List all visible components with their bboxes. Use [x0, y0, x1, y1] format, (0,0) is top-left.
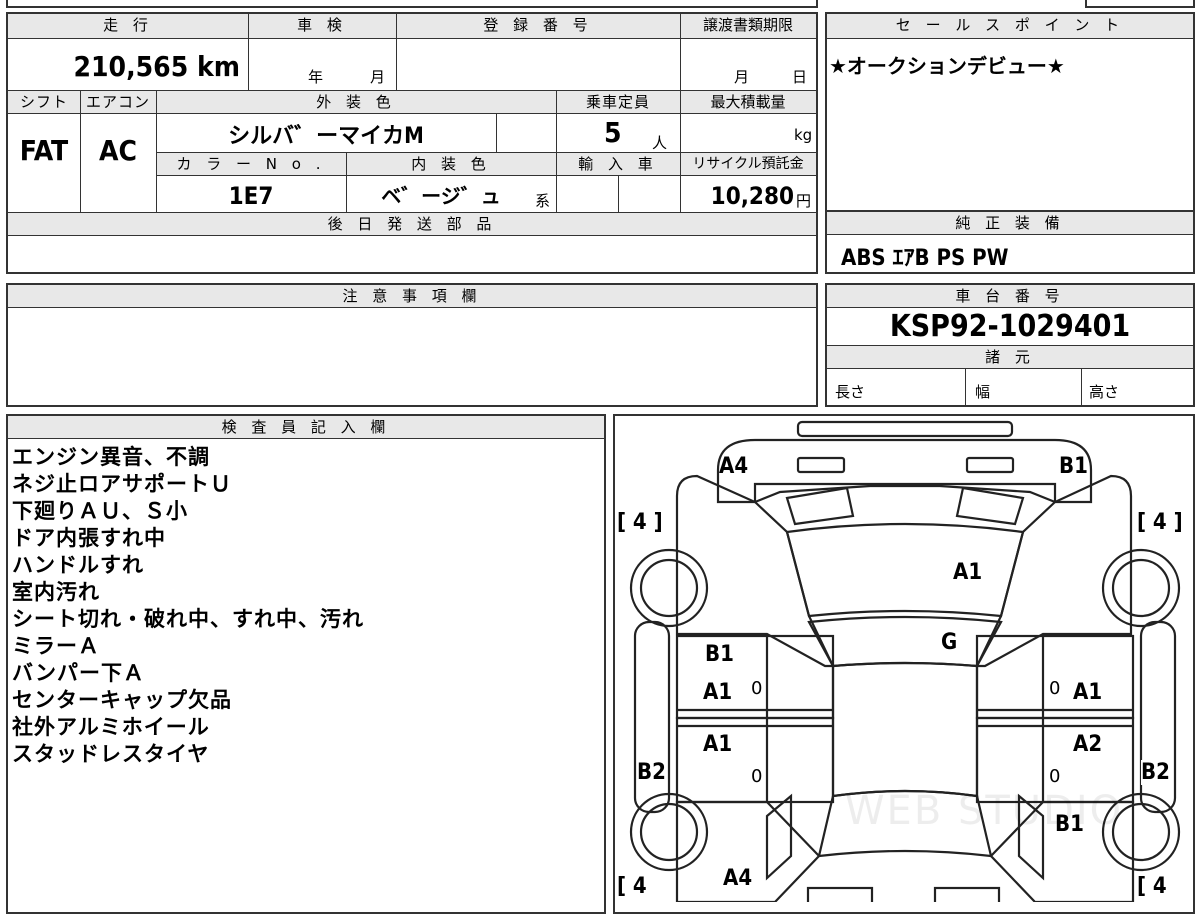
- damage-left-rear-door: A1: [703, 732, 733, 757]
- inspection-month-unit: 月: [370, 68, 386, 86]
- import-label: 輸 入 車: [556, 153, 680, 175]
- genuine-equipment-box: 純 正 装 備 ABS ｴｱB PS PW: [825, 212, 1195, 274]
- recycle-unit: 円: [796, 192, 812, 210]
- chassis-box: 車 台 番 号 KSP92-1029401 諸 元 長さ 幅 高さ: [825, 283, 1195, 407]
- capacity-unit: 人: [652, 134, 668, 152]
- top-strip: [6, 0, 818, 8]
- car-diagram-box: [ 4 ] [ 4 ] [ 4 [ 4 A4 B1 A1 G B1 A1 0 A…: [613, 414, 1195, 914]
- inspection-year-unit: 年: [308, 68, 324, 86]
- max-load-label: 最大積載量: [680, 91, 816, 113]
- mileage-label: 走 行: [8, 14, 248, 38]
- damage-left-front-door-zero: 0: [751, 678, 763, 699]
- note-line: センターキャップ欠品: [12, 688, 232, 712]
- genuine-equipment-header: 純 正 装 備: [827, 212, 1193, 234]
- sales-point-text: ★オークションデビュー★: [829, 54, 1065, 78]
- transfer-deadline-label: 譲渡書類期限: [680, 14, 816, 38]
- note-line: ドア内張すれ中: [12, 526, 166, 550]
- exterior-color-label: 外 装 色: [156, 91, 556, 113]
- inspector-box: 検 査 員 記 入 欄 エンジン異音、不調 ネジ止ロアサポートＵ 下廻りＡＵ、Ｓ…: [6, 414, 606, 914]
- spec-width: 幅: [975, 383, 991, 401]
- damage-rear-left: A4: [723, 866, 753, 891]
- genuine-equipment-value: ABS ｴｱB PS PW: [841, 246, 1009, 271]
- inspection-label: 車 検: [248, 14, 396, 38]
- interior-color-label: 内 装 色: [346, 153, 556, 175]
- damage-left-front-door-2: A1: [703, 680, 733, 705]
- damage-left-side: B2: [637, 760, 666, 785]
- note-line: 社外アルミホイール: [12, 715, 210, 739]
- shift-value: FAT: [19, 134, 69, 167]
- damage-right-front-door-zero: 0: [1049, 678, 1061, 699]
- tire-left-front-label: [ 4 ]: [617, 510, 663, 535]
- damage-left-rear-door-zero: 0: [751, 766, 763, 787]
- color-no-label: カ ラ ー N o .: [156, 153, 346, 175]
- damage-left-front-door-1: B1: [705, 642, 734, 667]
- tire-right-rear-label: [ 4: [1137, 874, 1167, 899]
- note-line: 下廻りＡＵ、Ｓ小: [12, 499, 188, 523]
- note-line: ミラーＡ: [12, 634, 100, 658]
- damage-hood: A1: [953, 560, 983, 585]
- aircon-label: エアコン: [80, 91, 156, 113]
- note-line: ハンドルすれ: [12, 553, 144, 577]
- note-line: エンジン異音、不調: [12, 445, 210, 469]
- recycle-label: リサイクル預託金: [680, 153, 816, 175]
- watermark: WEB STUDIO: [845, 788, 1124, 834]
- registration-label: 登 録 番 号: [396, 14, 680, 38]
- caution-header: 注 意 事 項 欄: [8, 285, 816, 307]
- damage-right-rear-door: A2: [1073, 732, 1103, 757]
- vehicle-info-table: 走 行 車 検 登 録 番 号 譲渡書類期限 210,565 km 年 月 月 …: [6, 12, 818, 274]
- chassis-header: 車 台 番 号: [827, 285, 1193, 307]
- note-line: シート切れ・破れ中、すれ中、汚れ: [12, 607, 364, 631]
- recycle-value: 10,280: [710, 182, 794, 210]
- tire-right-front-label: [ 4 ]: [1137, 510, 1183, 535]
- exterior-color-value: シルバ゛ーマイカM: [228, 124, 424, 149]
- sales-point-header: セ ー ル ス ポ イ ン ト: [827, 14, 1193, 38]
- damage-front-right: B1: [1059, 454, 1088, 479]
- caution-box: 注 意 事 項 欄: [6, 283, 818, 407]
- transfer-month-unit: 月: [734, 68, 750, 86]
- top-strip-right: [1085, 0, 1195, 8]
- damage-windshield: G: [941, 630, 958, 655]
- shift-label: シフト: [8, 91, 80, 113]
- damage-right-side: B2: [1141, 760, 1170, 785]
- damage-front-left: A4: [719, 454, 749, 479]
- interior-color-suffix: 系: [535, 192, 551, 210]
- capacity-label: 乗車定員: [556, 91, 680, 113]
- damage-right-front-door: A1: [1073, 680, 1103, 705]
- spec-length: 長さ: [835, 383, 866, 401]
- sales-point-box: セ ー ル ス ポ イ ン ト ★オークションデビュー★: [825, 12, 1195, 212]
- max-load-unit: kg: [794, 126, 813, 144]
- aircon-value: AC: [99, 134, 137, 167]
- chassis-value: KSP92-1029401: [889, 309, 1131, 344]
- later-parts-label: 後 日 発 送 部 品: [8, 213, 816, 235]
- note-line: バンパー下Ａ: [12, 661, 146, 685]
- inspector-notes: エンジン異音、不調 ネジ止ロアサポートＵ 下廻りＡＵ、Ｓ小 ドア内張すれ中 ハン…: [12, 444, 364, 768]
- damage-right-rear-door-zero: 0: [1049, 766, 1061, 787]
- interior-color-value: ベ゛ージ゛ュ: [381, 184, 501, 208]
- note-line: ネジ止ロアサポートＵ: [12, 472, 232, 496]
- color-no-value: 1E7: [228, 182, 274, 210]
- spec-height: 高さ: [1089, 383, 1120, 401]
- mileage-value: 210,565 km: [73, 50, 241, 83]
- specs-header: 諸 元: [827, 346, 1193, 368]
- inspector-header: 検 査 員 記 入 欄: [8, 416, 604, 438]
- tire-left-rear-label: [ 4: [617, 874, 647, 899]
- transfer-day-unit: 日: [792, 68, 808, 86]
- capacity-value: 5: [604, 116, 622, 149]
- note-line: 室内汚れ: [12, 580, 100, 604]
- note-line: スタッドレスタイヤ: [12, 742, 210, 766]
